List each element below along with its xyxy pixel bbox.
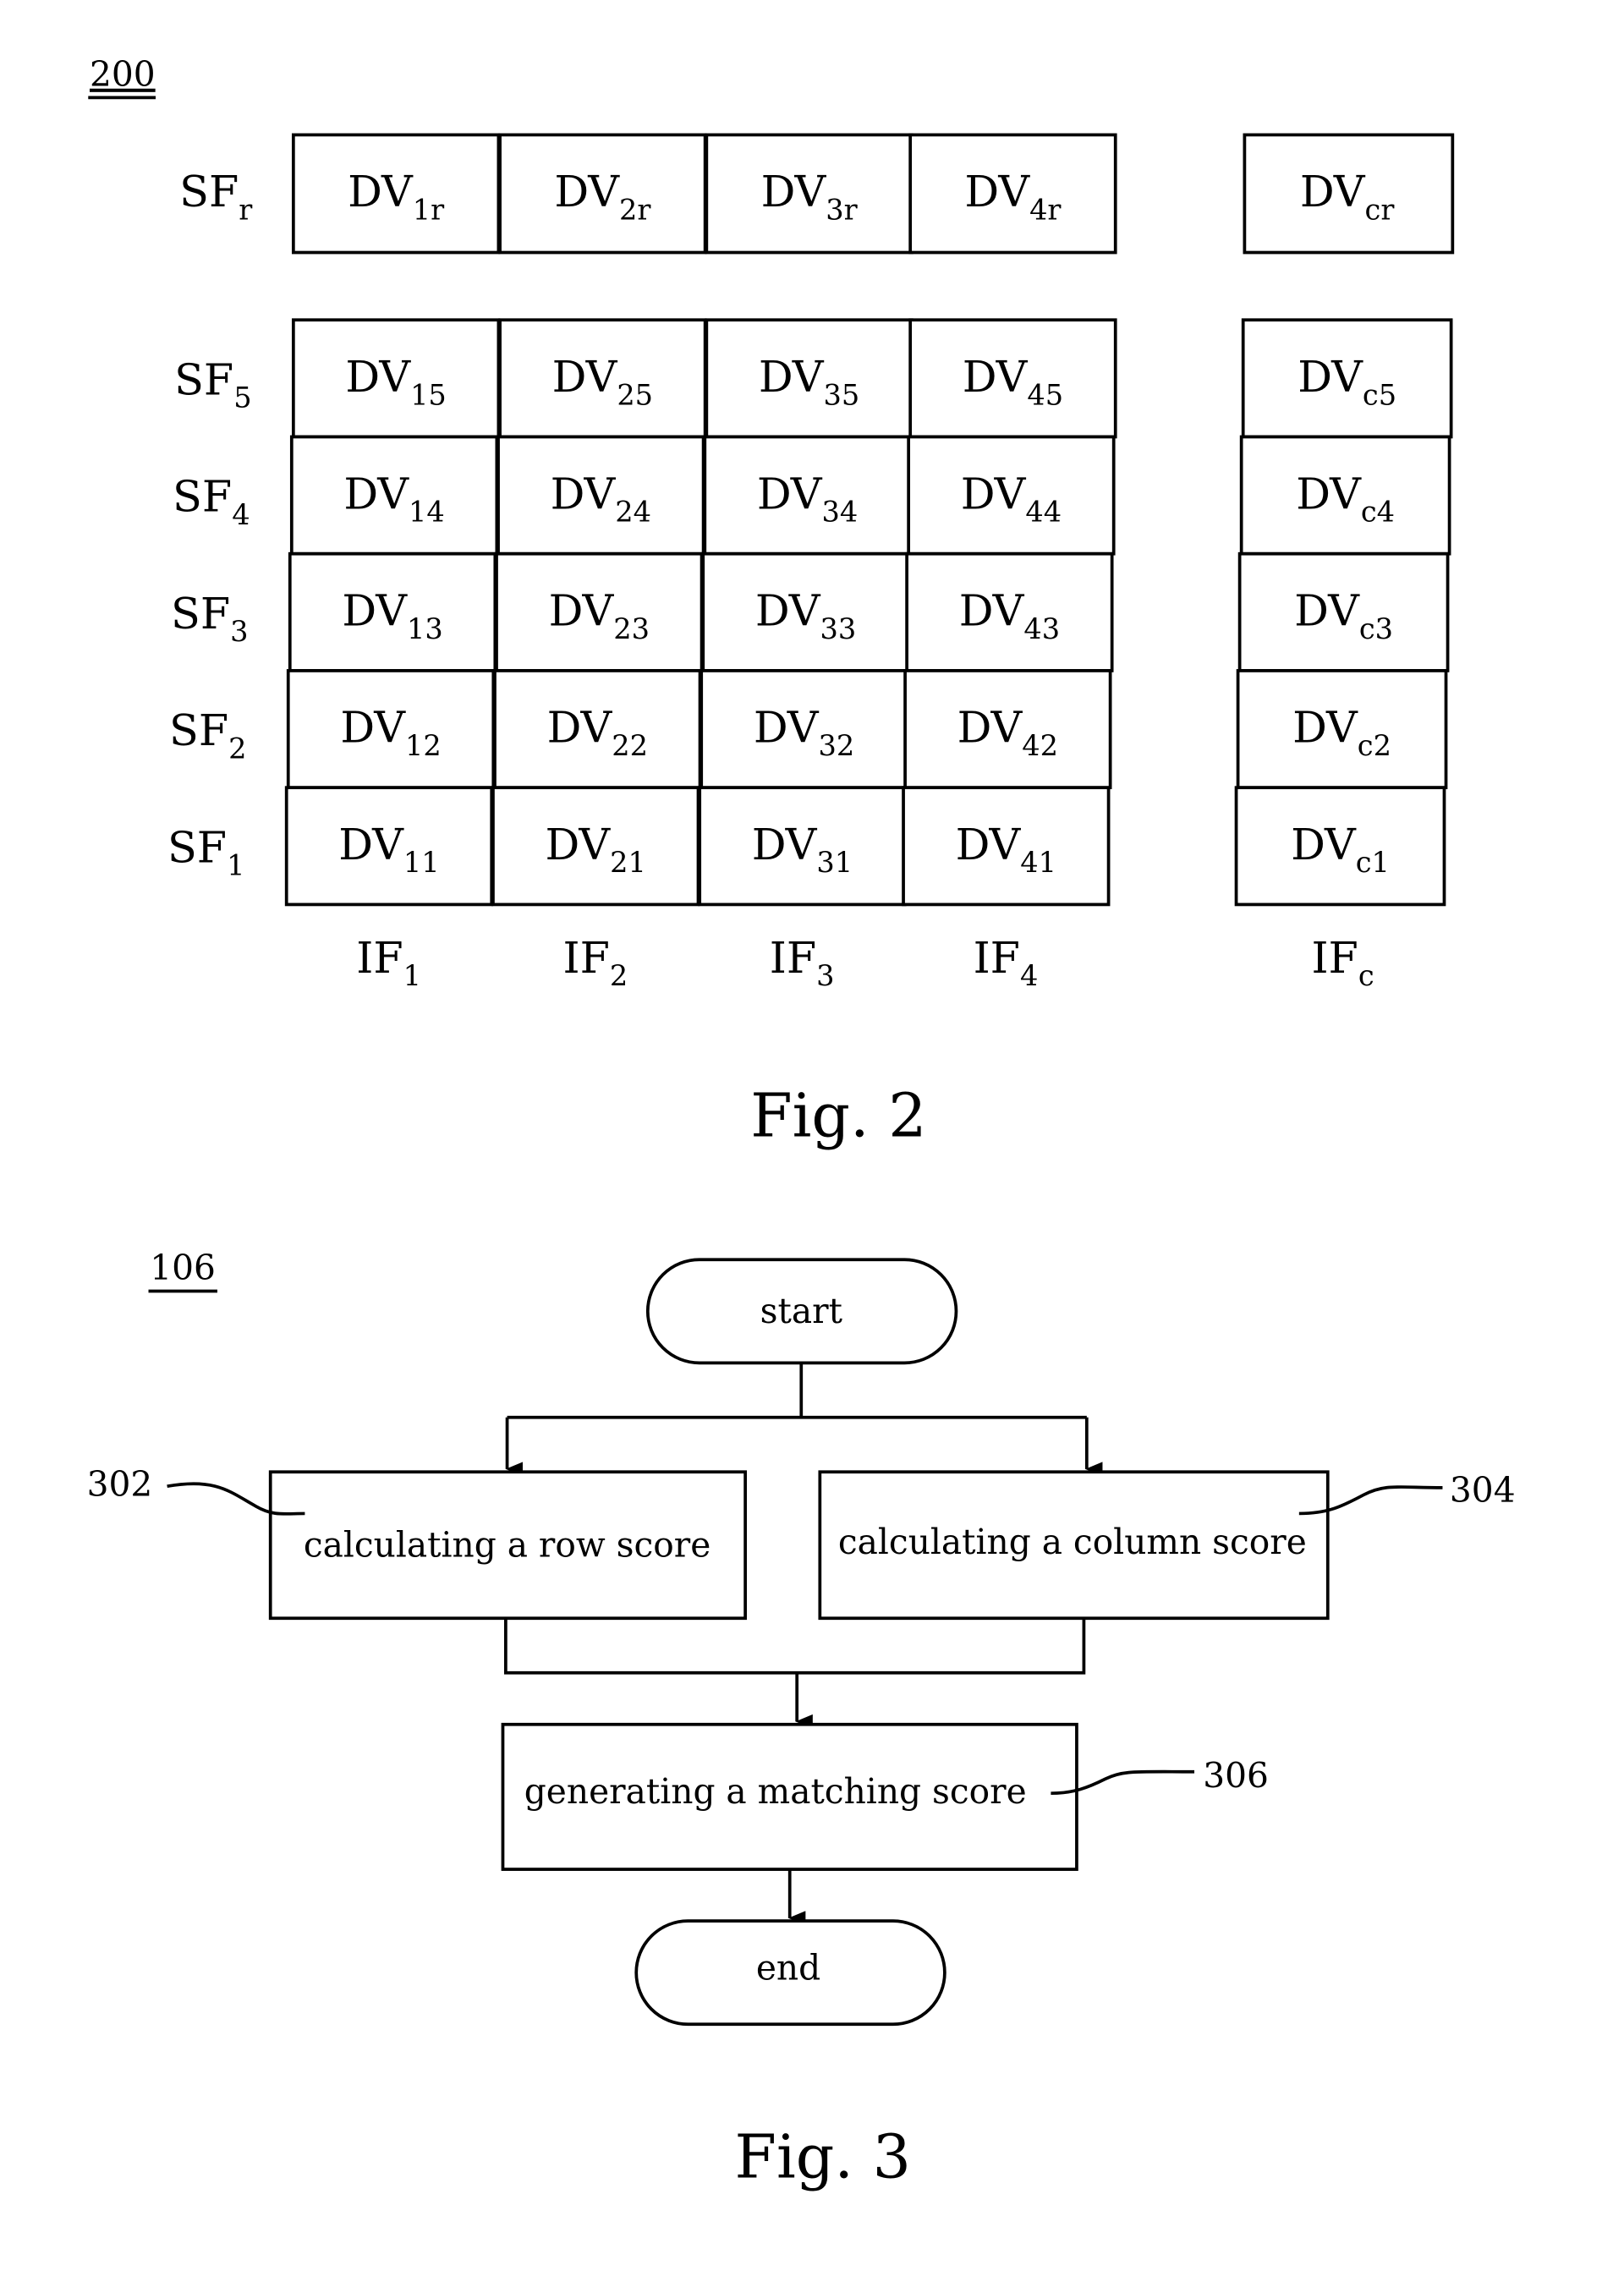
row-label-sf2: SF2 — [169, 705, 247, 765]
column-label-if1: IF1 — [356, 933, 421, 992]
step-306-text: generating a matching score — [524, 1771, 1027, 1812]
patent-figure-sheet: 200 SFr DV1r DV2r DV3r DV4r DVcrSF5 DV15 DV25 DV… — [87, 54, 1516, 2192]
column-label-if2: IF2 — [562, 933, 628, 992]
fig2-reference-number: 200 — [90, 54, 156, 95]
fig3-caption: Fig. 3 — [735, 2122, 911, 2192]
fig3-reference-number: 106 — [150, 1248, 216, 1288]
column-label-if4: IF4 — [974, 933, 1039, 992]
figure-3-flowchart: 106 start calculating a row score 302 ca… — [87, 1248, 1516, 2192]
step-302-ref: 302 — [87, 1464, 153, 1505]
start-label: start — [760, 1291, 843, 1331]
step-304-ref: 304 — [1450, 1470, 1516, 1511]
figure-2: 200 SFr DV1r DV2r DV3r DV4r DVcrSF5 DV15 DV25 DV… — [88, 54, 1455, 1150]
connector-start-split — [507, 1363, 1087, 1419]
row-label-sf5: SF5 — [174, 354, 252, 414]
feature-matrix: SFr DV1r DV2r DV3r DV4r DVcrSF5 DV15 DV25 DV35 DV… — [167, 133, 1455, 992]
row-label-sf4: SF4 — [173, 472, 250, 531]
column-label-ifc: IFc — [1311, 933, 1374, 992]
row-label-sfr: SFr — [179, 167, 253, 226]
column-label-if3: IF3 — [770, 933, 835, 992]
connector-merge — [504, 1618, 1086, 1675]
step-306-ref: 306 — [1203, 1755, 1269, 1796]
step-304-text: calculating a column score — [838, 1522, 1307, 1562]
end-label: end — [756, 1948, 820, 1988]
step-302-text: calculating a row score — [304, 1524, 710, 1565]
fig2-caption: Fig. 2 — [750, 1080, 926, 1150]
row-label-sf3: SF3 — [171, 589, 249, 648]
row-label-sf1: SF1 — [167, 822, 245, 881]
